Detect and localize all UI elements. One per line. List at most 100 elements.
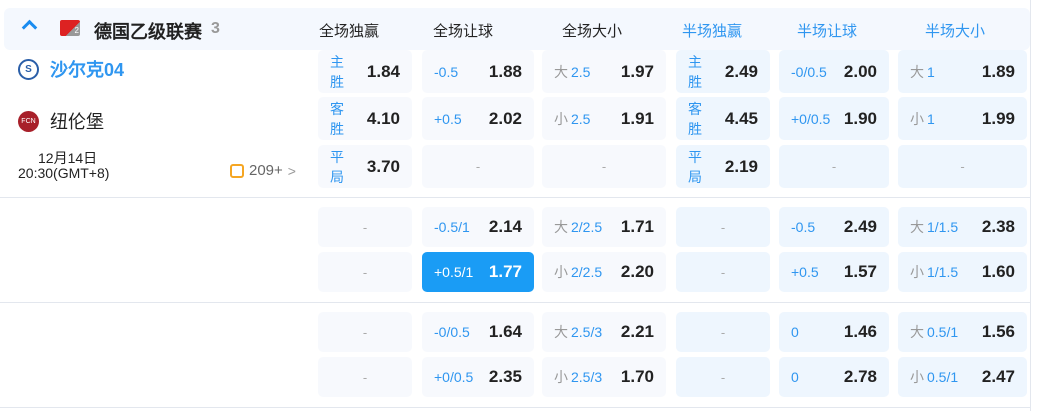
odds-cell[interactable]: +0/0.5 1.90 (779, 97, 889, 140)
odds-value: 2.14 (488, 217, 522, 236)
chevron-up-icon[interactable] (21, 19, 38, 36)
odds-cell[interactable]: -0/0.5 2.00 (779, 50, 889, 93)
divider (0, 197, 1030, 198)
home-team[interactable]: S 沙尔克04 (18, 56, 124, 82)
odds-cell: - (542, 145, 666, 188)
odds-prefix: 小 (910, 369, 924, 385)
odds-value: 4.45 (724, 108, 758, 128)
odds-cell[interactable]: 客胜 4.45 (676, 97, 770, 140)
odds-value: 1.97 (620, 61, 654, 81)
odds-cell[interactable]: 客胜 4.10 (318, 97, 412, 140)
odds-cell[interactable]: 0 2.78 (779, 357, 889, 397)
odds-label: +0/0.5 (791, 111, 830, 127)
odds-label: 大 1/1.5 (910, 217, 958, 237)
odds-line: 1 (927, 63, 935, 80)
odds-cell: - (422, 145, 534, 188)
odds-cell: - (318, 312, 412, 352)
odds-value: 1.84 (366, 61, 400, 81)
schalke-badge-icon: S (18, 58, 39, 80)
odds-line: 1/1.5 (927, 264, 959, 280)
odds-label: -0.5/1 (434, 219, 470, 235)
odds-cell[interactable]: -0.5/1 2.14 (422, 207, 534, 247)
odds-cell[interactable]: 小 2.5/3 1.70 (542, 357, 666, 397)
odds-cell[interactable]: 大 1/1.5 2.38 (898, 207, 1027, 247)
odds-line: 1/1.5 (927, 219, 959, 235)
home-team-name: 沙尔克04 (50, 60, 125, 80)
odds-line: 主胜 (688, 53, 702, 90)
odds-line: 2.5/3 (571, 324, 603, 340)
away-team[interactable]: FCN 纽伦堡 (18, 108, 104, 134)
odds-line: 1 (927, 110, 935, 127)
odds-line: 平局 (688, 148, 702, 185)
odds-prefix: 大 (910, 324, 924, 340)
odds-label: 0 (791, 369, 799, 385)
col-ht-handicap: 半场让球 (797, 23, 858, 40)
odds-cell[interactable]: 大 2/2.5 1.71 (542, 207, 666, 247)
odds-cell[interactable]: 大 0.5/1 1.56 (898, 312, 1027, 352)
odds-label: 小 2/2.5 (554, 262, 602, 282)
odds-line: 2/2.5 (571, 219, 603, 235)
odds-cell: - (676, 312, 770, 352)
odds-cell: - (318, 357, 412, 397)
odds-value: 2.78 (843, 367, 877, 386)
odds-label: 小 2.5/3 (554, 367, 602, 387)
odds-cell[interactable]: +0.5 1.57 (779, 252, 889, 292)
odds-value: 2.49 (724, 61, 758, 81)
odds-cell[interactable]: 0 1.46 (779, 312, 889, 352)
odds-line: 主胜 (330, 53, 344, 90)
odds-cell[interactable]: -0.5 2.49 (779, 207, 889, 247)
odds-cell[interactable]: 平局 2.19 (676, 145, 770, 188)
odds-label: 大1 (910, 62, 935, 82)
odds-prefix: 小 (554, 369, 568, 385)
league-name: 德国乙级联赛 (94, 22, 202, 42)
odds-cell[interactable]: 平局 3.70 (318, 145, 412, 188)
chevron-right-icon: > (287, 162, 296, 179)
odds-label: 小 1/1.5 (910, 262, 958, 282)
odds-label: 大 2.5 (554, 62, 590, 82)
odds-prefix: 小 (910, 264, 924, 280)
odds-value: 4.10 (366, 108, 400, 128)
odds-prefix: 小 (554, 264, 568, 280)
odds-line: -0.5/1 (434, 219, 470, 235)
odds-value: 2.19 (724, 156, 758, 176)
odds-cell[interactable]: 主胜 2.49 (676, 50, 770, 93)
odds-value: 1.88 (488, 61, 522, 81)
odds-value: 2.35 (488, 367, 522, 386)
odds-line: 2.5 (571, 63, 591, 80)
odds-cell[interactable]: 小 0.5/1 2.47 (898, 357, 1027, 397)
odds-line: 2.5 (571, 110, 591, 127)
odds-cell: - (318, 207, 412, 247)
odds-cell[interactable]: -0/0.5 1.64 (422, 312, 534, 352)
odds-cell[interactable]: 大 2.5/3 2.21 (542, 312, 666, 352)
odds-cell[interactable]: +0/0.5 2.35 (422, 357, 534, 397)
odds-label: +0.5 (791, 264, 819, 280)
odds-cell[interactable]: 大 2.5 1.97 (542, 50, 666, 93)
odds-cell[interactable]: +0.5/1 1.77 (422, 252, 534, 292)
odds-cell[interactable]: 小 1 1.99 (898, 97, 1027, 140)
odds-cell[interactable]: 小 2/2.5 2.20 (542, 252, 666, 292)
odds-cell[interactable]: 小 1/1.5 1.60 (898, 252, 1027, 292)
odds-value: 1.56 (981, 322, 1015, 341)
odds-line: 0 (791, 369, 799, 385)
odds-label: 大 2.5/3 (554, 322, 602, 342)
odds-label: 客胜 (330, 99, 358, 139)
odds-value: 1.57 (843, 262, 877, 281)
odds-cell[interactable]: 小 2.5 1.91 (542, 97, 666, 140)
odds-value: 1.77 (488, 262, 522, 281)
odds-line: -0.5 (434, 63, 459, 80)
odds-cell[interactable]: 大 1 1.89 (898, 50, 1027, 93)
odds-cell[interactable]: +0.5 2.02 (422, 97, 534, 140)
odds-cell[interactable]: -0.5 1.88 (422, 50, 534, 93)
odds-line: 2/2.5 (571, 264, 603, 280)
odds-value: 1.99 (981, 108, 1015, 128)
more-markets-link[interactable]: 209+ > (230, 162, 296, 179)
odds-prefix: 大 (554, 63, 568, 80)
odds-value: 1.46 (843, 322, 877, 341)
odds-line: 0.5/1 (927, 369, 959, 385)
odds-line: +0.5 (791, 264, 819, 280)
odds-label: 主胜 (688, 52, 716, 92)
odds-value: 1.64 (488, 322, 522, 341)
odds-cell[interactable]: 主胜 1.84 (318, 50, 412, 93)
odds-label: 平局 (688, 147, 716, 187)
odds-value: 2.02 (488, 108, 522, 128)
